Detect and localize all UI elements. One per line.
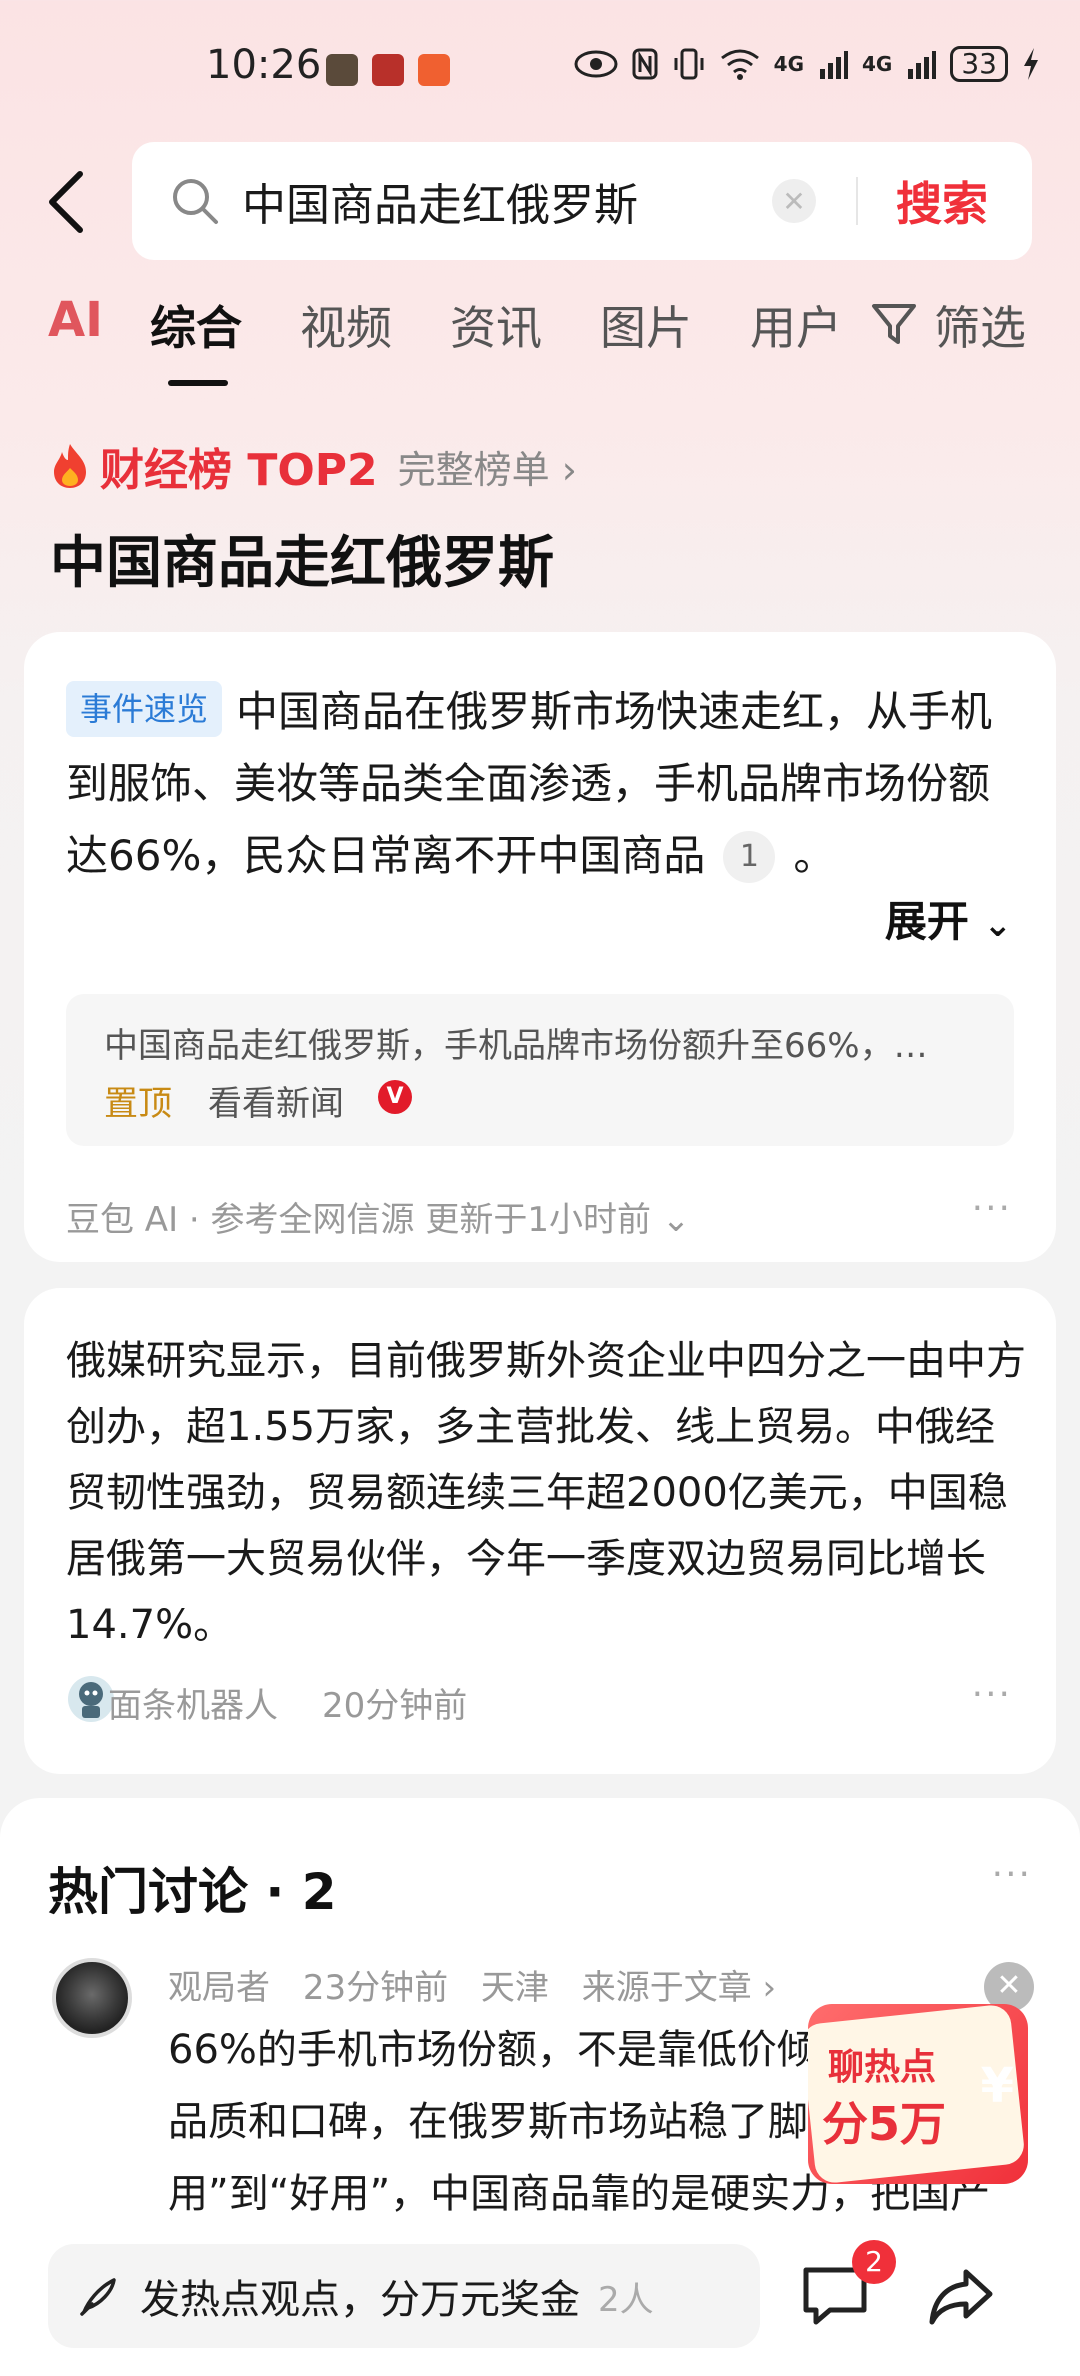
signal-icon (908, 51, 937, 79)
share-icon[interactable] (926, 2264, 996, 2328)
filter-icon[interactable] (870, 302, 918, 348)
expand-label: 展开 (884, 897, 969, 946)
finance-rank[interactable]: 财经榜 TOP2 完整榜单 › (50, 438, 577, 496)
active-tab-indicator (168, 380, 228, 386)
search-divider (856, 177, 858, 225)
yen-icon: ¥ (980, 2058, 1014, 2114)
signal-4g-2: 4G (862, 52, 893, 76)
ai-source-footer[interactable]: 豆包 AI · 参考全网信源 更新于1小时前 ⌄ (66, 1192, 690, 1241)
rank-title: 财经榜 TOP2 (100, 445, 378, 496)
app-notification-icon (418, 54, 450, 86)
source-news-title: 中国商品走红俄罗斯，手机品牌市场份额升至66%，… (104, 1026, 928, 1066)
comment-location: 天津 (480, 1968, 549, 2008)
verified-icon: V (378, 1080, 412, 1114)
red-packet-float[interactable]: 聊热点 分5万 ¥ (808, 2004, 1028, 2184)
red-packet-line1: 聊热点 (828, 2047, 937, 2088)
wifi-icon (720, 49, 759, 80)
fire-icon (54, 444, 86, 488)
red-packet-line2: 分5万 (822, 2097, 947, 2151)
news-time: 20分钟前 (322, 1686, 468, 1726)
avatar[interactable] (52, 1958, 132, 2038)
participant-count: 2人 (598, 2279, 654, 2320)
comment-time: 23分钟前 (302, 1968, 449, 2008)
pen-icon (80, 2278, 116, 2316)
event-tail: 。 (793, 831, 836, 880)
more-icon[interactable]: ··· (972, 1188, 1012, 1229)
comment-user[interactable]: 观局者 (168, 1968, 270, 2008)
clear-icon[interactable]: ✕ (772, 179, 816, 223)
compose-placeholder: 发热点观点，分万元奖金 (140, 2277, 580, 2323)
more-icon[interactable]: ··· (972, 1674, 1012, 1715)
charging-icon (1024, 48, 1038, 80)
event-summary-text: 事件速览 中国商品在俄罗斯市场快速走红，从手机到服饰、美妆等品类全面渗透，手机品牌… (66, 676, 1016, 892)
battery-indicator: 33 (950, 46, 1008, 82)
event-summary-card[interactable]: 事件速览 中国商品在俄罗斯市场快速走红，从手机到服饰、美妆等品类全面渗透，手机品牌… (24, 632, 1056, 1262)
search-input[interactable]: 中国商品走红俄罗斯 (242, 169, 772, 233)
event-tag: 事件速览 (66, 681, 223, 737)
signal-4g-1: 4G (773, 52, 805, 76)
bottom-bar: 发热点观点，分万元奖金 2人 2 (0, 2220, 1080, 2376)
news-author[interactable]: 面条机器人 (108, 1678, 278, 1727)
news-text: 俄媒研究显示，目前俄罗斯外资企业中四分之一由中方创办，超1.55万家，多主营批发… (66, 1338, 1026, 1648)
comment-meta: 观局者 23分钟前 天津 来源于文章 › (168, 1960, 776, 2009)
source-news-box[interactable]: 中国商品走红俄罗斯，手机品牌市场份额升至66%，… 置顶 看看新闻 V (66, 994, 1014, 1146)
tab-news[interactable]: 资讯 (450, 292, 542, 358)
tab-comprehensive[interactable]: 综合 (150, 292, 242, 358)
expand-button[interactable]: 展开 ⌄ (885, 888, 1012, 949)
tab-filter[interactable]: 筛选 (934, 292, 1026, 358)
search-box[interactable]: 中国商品走红俄罗斯 ✕ 搜索 (132, 142, 1032, 260)
nfc-icon (632, 48, 658, 80)
more-icon[interactable]: ··· (992, 1854, 1032, 1895)
full-rank-link[interactable]: 完整榜单 › (398, 439, 577, 494)
topic-title: 中国商品走红俄罗斯 (50, 531, 554, 596)
discussion-title: 热门讨论 · 2 (48, 1863, 337, 1921)
news-source: 看看新闻 (208, 1084, 344, 1124)
comment-source-link[interactable]: 来源于文章 › (582, 1968, 776, 2008)
vibrate-icon (674, 48, 704, 80)
back-arrow-icon[interactable] (40, 170, 96, 234)
tab-users[interactable]: 用户 (750, 292, 842, 358)
app-notification-icon (326, 54, 358, 86)
status-icons: 4G 4G 33 (574, 46, 1040, 82)
search-button[interactable]: 搜索 (896, 168, 988, 234)
tab-images[interactable]: 图片 (600, 292, 692, 358)
comment-count-badge: 2 (852, 2240, 896, 2284)
compose-input[interactable]: 发热点观点，分万元奖金 2人 (48, 2244, 760, 2348)
signal-icon (820, 51, 849, 79)
tab-video[interactable]: 视频 (300, 292, 392, 358)
app-notification-icon (372, 54, 404, 86)
chevron-down-icon: ⌄ (983, 905, 1013, 945)
status-time: 10:26 (206, 42, 322, 88)
tab-bar: AI 综合 视频 资讯 图片 用户 筛选 (0, 292, 1080, 386)
search-icon (173, 179, 218, 224)
pinned-label: 置顶 (104, 1084, 172, 1124)
news-card[interactable]: 俄媒研究显示，目前俄罗斯外资企业中四分之一由中方创办，超1.55万家，多主营批发… (24, 1288, 1056, 1774)
eye-icon (574, 50, 618, 78)
reference-badge[interactable]: 1 (723, 831, 776, 883)
tab-ai[interactable]: AI (48, 292, 103, 348)
